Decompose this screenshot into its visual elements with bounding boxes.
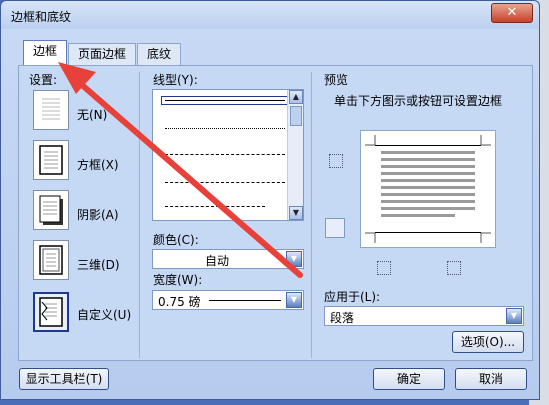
cancel-button[interactable]: 取消 [455, 368, 527, 390]
width-heading: 宽度(W): [153, 273, 203, 287]
setting-box-button[interactable] [33, 140, 69, 180]
settings-heading: 设置: [29, 73, 58, 87]
setting-custom-icon [39, 297, 63, 327]
preview-text-line [381, 207, 475, 210]
scroll-up-icon[interactable]: ▲ [289, 90, 303, 104]
scroll-down-icon[interactable]: ▼ [289, 206, 303, 220]
preview-corner-marks [365, 135, 491, 243]
setting-3d-label: 三维(D) [77, 258, 120, 272]
line-style-scrollbar[interactable]: ▲ ▼ [287, 90, 303, 220]
column-separator-2 [311, 72, 312, 358]
line-style-long-dash[interactable] [165, 206, 265, 207]
color-combo[interactable]: 自动 ▼ [152, 249, 304, 269]
line-style-dotted[interactable] [165, 128, 285, 129]
setting-3d-icon [39, 245, 63, 275]
setting-box-label: 方框(X) [77, 158, 119, 172]
line-style-list[interactable]: ▲ ▼ [152, 89, 304, 221]
options-button[interactable]: 选项(O)... [452, 331, 524, 353]
close-button[interactable]: ✕ [491, 3, 533, 23]
borders-and-shading-dialog: 边框和底纹 ✕ 边框 页面边框 底纹 设置: 无(N) 方框(X) 阴影(A) … [0, 0, 540, 400]
setting-shadow-icon [39, 195, 63, 225]
width-combo[interactable]: 0.75 磅 ▼ [152, 290, 304, 310]
top-border-toggle-icon[interactable] [329, 154, 343, 168]
apply-to-combo[interactable]: 段落 ▼ [324, 306, 524, 326]
color-heading: 颜色(C): [153, 233, 199, 247]
setting-none-button[interactable] [33, 90, 69, 130]
ok-button[interactable]: 确定 [373, 368, 445, 390]
setting-none-icon [42, 98, 60, 120]
chevron-down-icon[interactable]: ▼ [506, 308, 522, 324]
apply-to-heading: 应用于(L): [324, 290, 381, 304]
preview-text-line [381, 214, 455, 217]
setting-custom-label: 自定义(U) [77, 308, 132, 322]
title-bar[interactable]: 边框和底纹 ✕ [1, 1, 539, 29]
column-separator-1 [139, 72, 140, 358]
window-title: 边框和底纹 [11, 10, 72, 24]
color-value: 自动 [205, 254, 230, 268]
setting-shadow-label: 阴影(A) [77, 208, 119, 222]
preview-text-line [381, 158, 475, 161]
apply-to-value: 段落 [330, 311, 355, 325]
tab-shading[interactable]: 底纹 [137, 43, 181, 65]
width-line-sample [209, 300, 281, 301]
width-value: 0.75 磅 [158, 295, 201, 309]
line-style-dash[interactable] [165, 182, 285, 183]
preview-text-line [381, 172, 475, 175]
left-border-toggle-icon[interactable] [377, 261, 391, 275]
chevron-down-icon[interactable]: ▼ [286, 251, 302, 267]
preview-top-border [375, 145, 481, 146]
setting-custom-button[interactable] [33, 292, 69, 332]
preview-page[interactable] [360, 130, 496, 248]
setting-shadow-button[interactable] [33, 190, 69, 230]
setting-3d-button[interactable] [33, 240, 69, 280]
line-style-heading: 线型(Y): [153, 73, 198, 87]
bottom-border-toggle-icon[interactable] [325, 218, 345, 238]
preview-hint: 单击下方图示或按钮可设置边框 [334, 94, 503, 108]
preview-text-line [381, 165, 475, 168]
tab-borders[interactable]: 边框 [23, 40, 67, 66]
preview-text-line [381, 193, 475, 196]
setting-box-icon [39, 145, 63, 175]
line-style-small-dash[interactable] [165, 154, 285, 155]
setting-none-label: 无(N) [77, 108, 108, 122]
preview-text-line [381, 151, 475, 154]
preview-text-line [381, 179, 475, 182]
chevron-down-icon[interactable]: ▼ [286, 292, 302, 308]
line-style-solid[interactable] [161, 96, 289, 105]
tab-page-border[interactable]: 页面边框 [68, 43, 136, 65]
borders-tab-panel: 设置: 无(N) 方框(X) 阴影(A) 三维(D) 自定义(U) 线型(Y):… [18, 65, 533, 361]
right-border-toggle-icon[interactable] [447, 261, 461, 275]
preview-text-line [381, 200, 475, 203]
preview-bottom-border [375, 232, 481, 233]
preview-text-line [381, 186, 475, 189]
preview-heading: 预览 [324, 73, 349, 87]
scroll-thumb[interactable] [290, 106, 302, 126]
show-toolbar-button[interactable]: 显示工具栏(T) [19, 368, 109, 390]
